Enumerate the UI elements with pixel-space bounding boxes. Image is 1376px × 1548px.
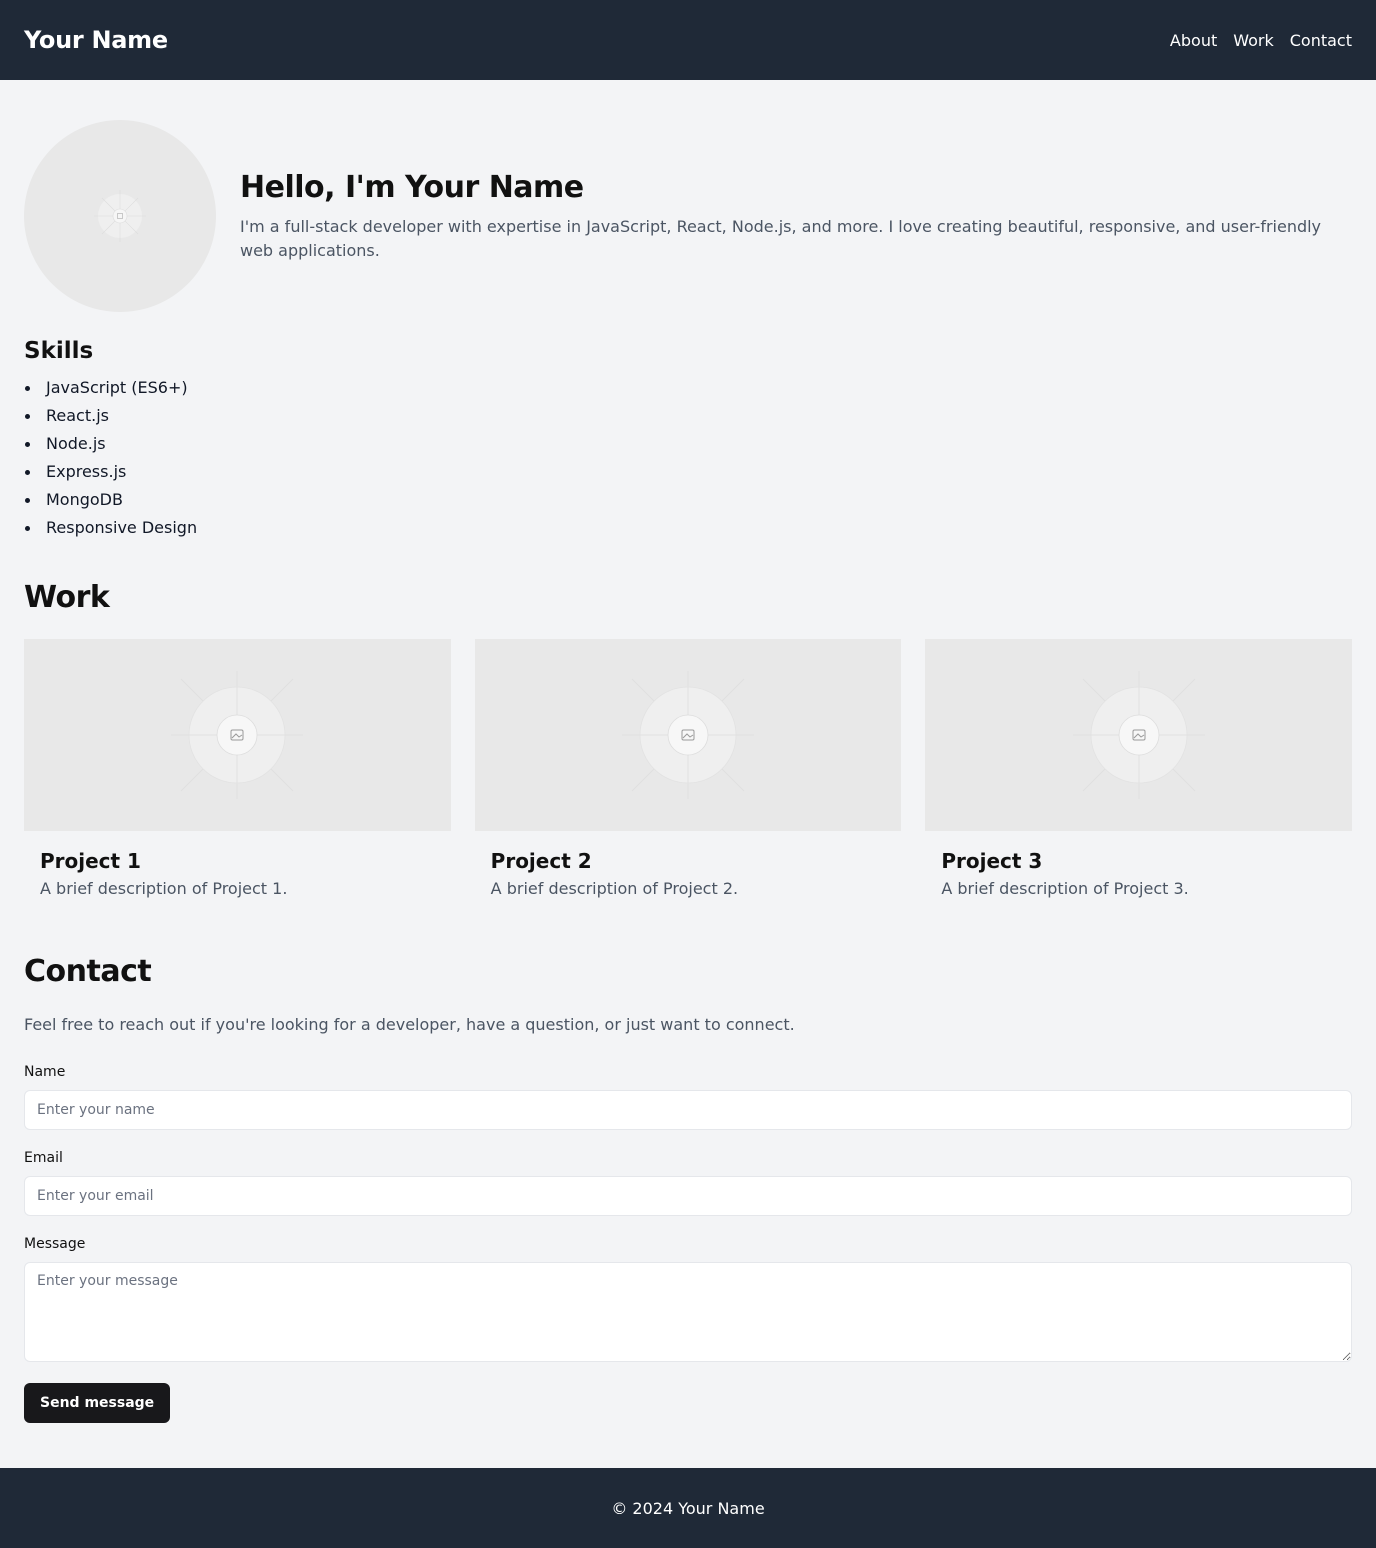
contact-form: Name Email Message Send message [24,1064,1352,1423]
work-section: Work Project 1 A brief description of Pr… [24,580,1353,898]
project-body: Project 3 A brief description of Project… [925,831,1352,898]
email-label: Email [24,1150,63,1166]
hero-description: I'm a full-stack developer with expertis… [240,216,1322,260]
main-nav: About Work Contact [1170,31,1352,50]
project-card[interactable]: Project 3 A brief description of Project… [925,639,1353,898]
name-label: Name [24,1064,66,1080]
skill-item: Express.js [24,458,1352,486]
skills-title: Skills [24,338,94,364]
project-card[interactable]: Project 2 A brief description of Project… [474,639,902,898]
project-body: Project 1 A brief description of Project… [24,831,451,898]
skill-item: React.js [24,402,1352,430]
nav-link-contact[interactable]: Contact [1290,31,1352,50]
message-field-group: Message [24,1236,1352,1367]
image-placeholder-icon [171,671,304,799]
brand-logo[interactable]: Your Name [24,26,168,54]
project-description: A brief description of Project 2. [490,879,739,898]
skills-section: Skills JavaScript (ES6+) React.js Node.j… [24,338,1352,542]
nav-link-about[interactable]: About [1170,31,1217,50]
skill-item: JavaScript (ES6+) [24,374,1352,402]
project-grid: Project 1 A brief description of Project… [24,639,1353,898]
work-title: Work [24,580,110,615]
contact-section: Contact Feel free to reach out if you're… [24,954,1352,1423]
project-description: A brief description of Project 3. [941,879,1189,898]
project-title[interactable]: Project 3 [941,849,1336,873]
skill-item: Responsive Design [24,514,1352,542]
site-header: Your Name About Work Contact [0,0,1376,80]
send-message-button[interactable]: Send message [24,1383,171,1423]
skill-item: Node.js [24,430,1352,458]
image-placeholder-icon [94,190,146,242]
contact-intro: Feel free to reach out if you're looking… [24,1015,795,1034]
message-textarea[interactable] [24,1262,1352,1362]
nav-link-work[interactable]: Work [1233,31,1274,50]
project-title[interactable]: Project 2 [491,849,886,873]
message-label: Message [24,1236,86,1252]
email-input[interactable] [24,1176,1352,1216]
email-field-group: Email [24,1150,1352,1216]
hero-text: Hello, I'm Your Name I'm a full-stack de… [240,170,1352,263]
skill-item: MongoDB [24,486,1352,514]
about-section: Hello, I'm Your Name I'm a full-stack de… [24,120,1352,312]
skills-list: JavaScript (ES6+) React.js Node.js Expre… [24,374,1352,542]
name-field-group: Name [24,1064,1352,1130]
image-placeholder-icon [1072,671,1205,799]
site-footer: © 2024 Your Name [0,1468,1376,1548]
project-body: Project 2 A brief description of Project… [475,831,902,898]
project-image [474,639,902,831]
name-input[interactable] [24,1090,1352,1130]
project-image [925,639,1353,831]
image-placeholder-icon [622,671,754,799]
page-title: Hello, I'm Your Name [240,169,584,205]
copyright-text: © 2024 Your Name [611,1498,765,1518]
project-card[interactable]: Project 1 A brief description of Project… [24,639,451,898]
project-title[interactable]: Project 1 [40,849,435,873]
contact-title: Contact [24,954,152,989]
main-content: Hello, I'm Your Name I'm a full-stack de… [0,80,1376,1423]
avatar [24,120,216,312]
project-image [24,639,451,831]
project-description: A brief description of Project 1. [40,879,288,898]
